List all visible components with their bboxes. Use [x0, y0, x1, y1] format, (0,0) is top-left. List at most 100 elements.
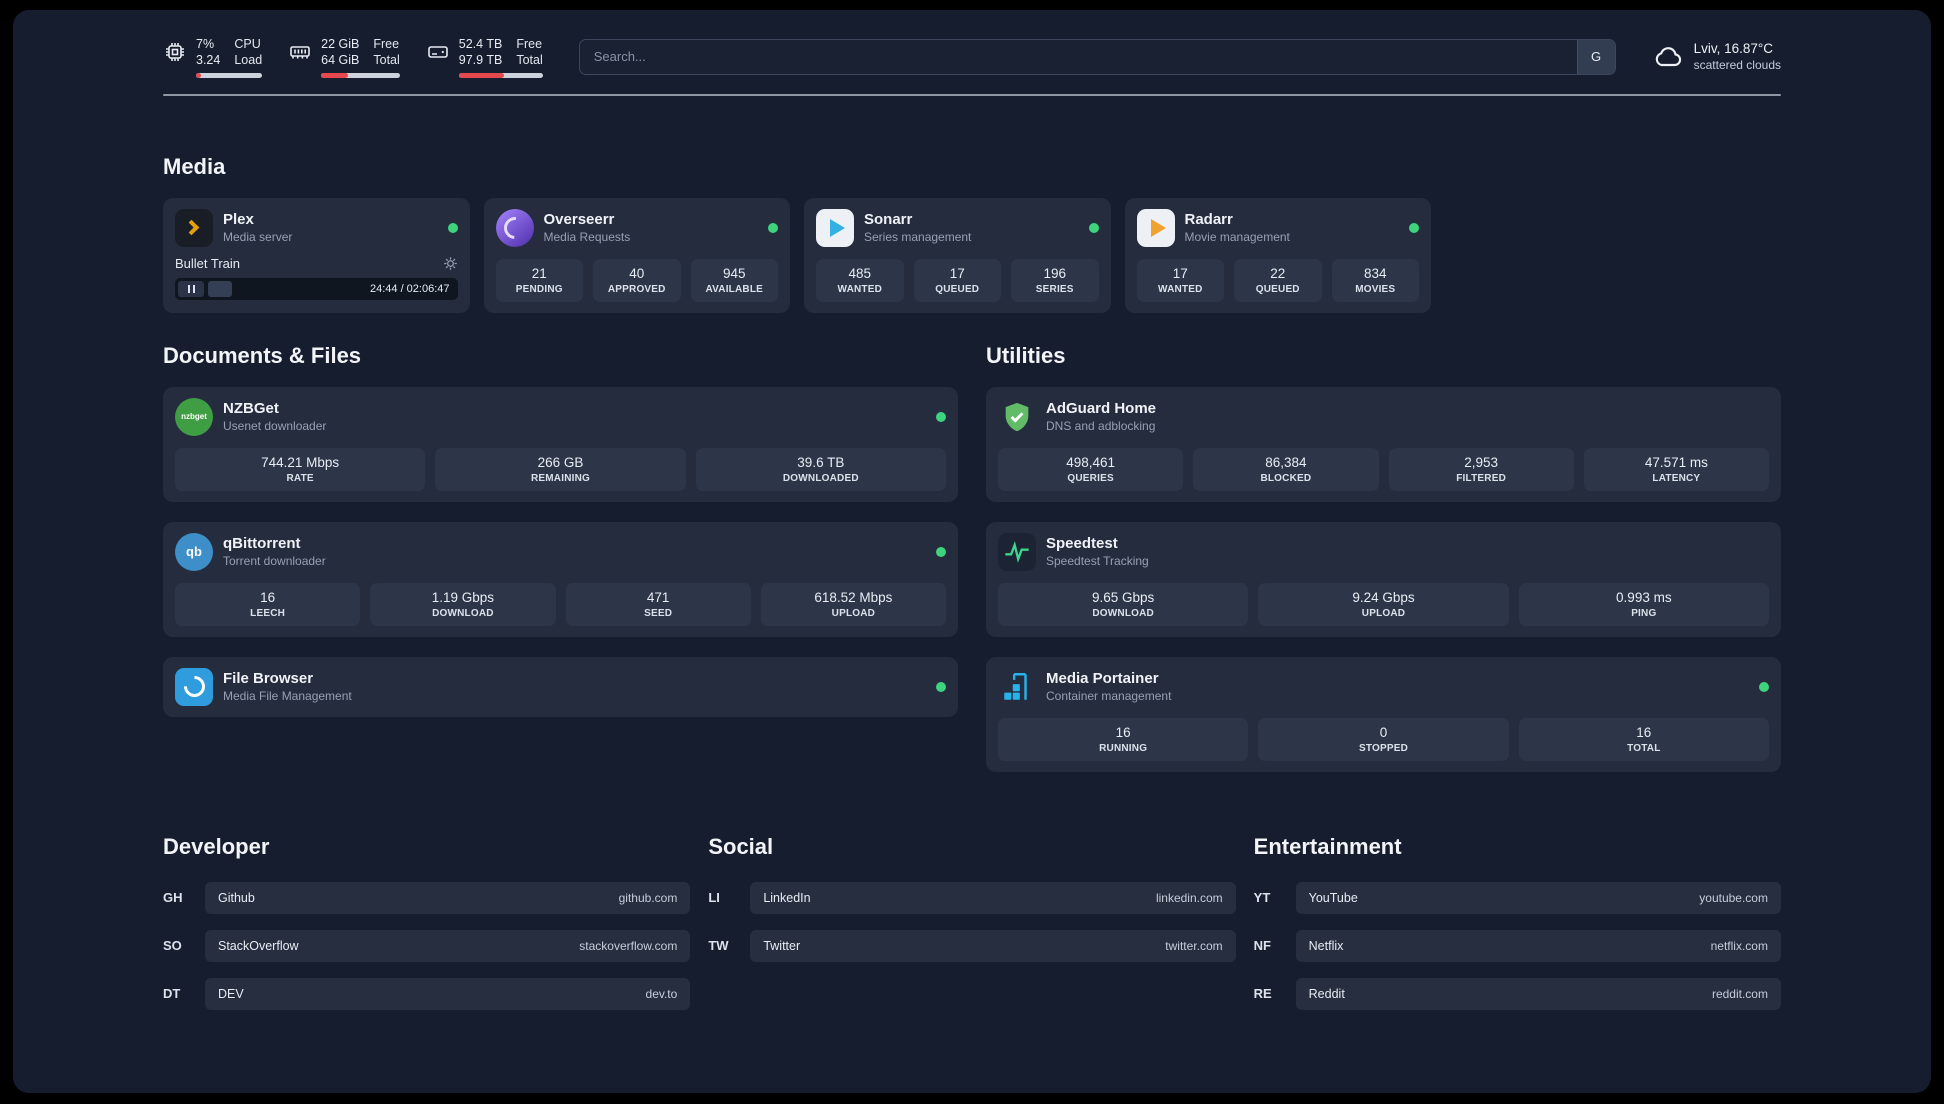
bookmark-netflix[interactable]: NF Netflix netflix.com — [1253, 929, 1781, 962]
card-portainer[interactable]: Media Portainer Container management 16 … — [986, 656, 1781, 772]
ram-label-2: Total — [373, 53, 400, 68]
status-dot — [1088, 222, 1099, 233]
entertainment-column: Entertainment YT YouTube youtube.com NF … — [1254, 834, 1781, 1026]
stat-value: 834 — [1363, 265, 1387, 281]
seek-bar[interactable] — [208, 280, 361, 297]
filebrowser-icon — [175, 667, 213, 706]
disk-progress-fill — [458, 72, 505, 78]
stat-label: QUEUED — [1255, 283, 1300, 295]
search-input[interactable] — [579, 39, 1577, 74]
stat-queries: 498,461 QUERIES — [998, 447, 1184, 491]
card-qbittorrent[interactable]: qb qBittorrent Torrent downloader 16 LEE… — [163, 521, 958, 637]
bookmark-github[interactable]: GH Github github.com — [163, 881, 691, 914]
card-sonarr[interactable]: Sonarr Series management 485 WANTED 17 Q… — [804, 197, 1111, 313]
stat-label: STOPPED — [1358, 742, 1408, 754]
stat-label: PENDING — [515, 283, 563, 295]
status-dot — [936, 411, 946, 422]
card-radarr[interactable]: Radarr Movie management 17 WANTED 22 QUE… — [1124, 197, 1431, 313]
weather-widget[interactable]: Lviv, 16.87°C scattered clouds — [1652, 41, 1781, 73]
stat-wanted: 485 WANTED — [816, 258, 904, 302]
topbar-divider — [163, 93, 1781, 96]
stat-value: 16 — [1115, 724, 1131, 740]
app-title: Plex — [223, 211, 254, 228]
documents-column: Documents & Files nzbget NZBGet Usenet d… — [163, 343, 958, 772]
stat-blocked: 86,384 BLOCKED — [1193, 447, 1379, 491]
bookmark-name: Reddit — [1308, 986, 1345, 1001]
pause-button[interactable] — [178, 280, 204, 297]
card-adguard[interactable]: AdGuard Home DNS and adblocking 498,461 … — [986, 386, 1781, 502]
disk-widget: 52.4 TB 97.9 TB Free Total — [426, 36, 543, 78]
stat-pending: 21 PENDING — [495, 258, 583, 302]
stat-latency: 47.571 ms LATENCY — [1583, 447, 1769, 491]
cpu-percent: 7% — [196, 37, 215, 51]
status-dot — [1409, 222, 1419, 233]
developer-heading: Developer — [163, 833, 270, 859]
card-speedtest[interactable]: Speedtest Speedtest Tracking 9.65 Gbps D… — [986, 521, 1781, 637]
bookmark-abbr: NF — [1253, 938, 1271, 953]
bookmark-url: twitter.com — [1165, 938, 1223, 953]
stat-label: RATE — [286, 472, 314, 484]
bookmark-dev[interactable]: DT DEV dev.to — [163, 977, 691, 1010]
stat-label: MOVIES — [1355, 283, 1396, 295]
app-title: Media Portainer — [1046, 670, 1159, 687]
bookmark-stackoverflow[interactable]: SO StackOverflow stackoverflow.com — [163, 929, 691, 962]
stat-value: 17 — [949, 265, 965, 281]
card-nzbget[interactable]: nzbget NZBGet Usenet downloader 744.21 M… — [163, 386, 958, 502]
social-heading: Social — [708, 833, 774, 859]
seek-progress — [208, 280, 233, 297]
stat-value: 21 — [531, 265, 547, 281]
bookmark-twitter[interactable]: TW Twitter twitter.com — [708, 929, 1236, 962]
stat-value: 86,384 — [1265, 454, 1307, 470]
status-dot — [447, 222, 458, 233]
stat-label: UPLOAD — [831, 607, 876, 619]
ram-label-1: Free — [373, 37, 400, 51]
stat-approved: 40 APPROVED — [593, 258, 681, 302]
portainer-icon — [998, 668, 1036, 706]
app-subtitle: DNS and adblocking — [1046, 419, 1156, 433]
stat-label: AVAILABLE — [705, 283, 764, 295]
bookmark-abbr: LI — [708, 890, 720, 905]
stat-value: 40 — [629, 265, 645, 281]
bookmark-name: StackOverflow — [218, 938, 299, 953]
status-dot — [936, 546, 946, 557]
card-filebrowser[interactable]: File Browser Media File Management — [163, 656, 958, 717]
app-subtitle: Usenet downloader — [223, 419, 327, 433]
card-plex[interactable]: Plex Media server Bullet Train 24:44 / 0… — [163, 197, 470, 313]
bookmark-abbr: RE — [1253, 986, 1272, 1001]
stat-queued: 22 QUEUED — [1234, 258, 1322, 302]
app-subtitle: Media File Management — [223, 689, 352, 703]
bookmark-abbr: TW — [708, 938, 729, 953]
status-dot — [936, 681, 946, 692]
stat-value: 22 — [1270, 265, 1286, 281]
bookmark-url: stackoverflow.com — [579, 938, 678, 953]
bookmark-name: Github — [218, 890, 255, 905]
gear-icon[interactable] — [443, 256, 458, 271]
stat-label: QUERIES — [1067, 472, 1114, 484]
cpu-load-avg: 3.24 — [196, 53, 221, 68]
stat-stopped: 0 STOPPED — [1258, 717, 1509, 761]
bookmark-youtube[interactable]: YT YouTube youtube.com — [1254, 881, 1781, 914]
card-overseerr[interactable]: Overseerr Media Requests 21 PENDING 40 A… — [483, 197, 790, 313]
disk-free: 52.4 TB — [458, 37, 503, 51]
nzbget-icon: nzbget — [175, 397, 213, 436]
stat-label: WANTED — [837, 283, 883, 295]
bookmark-linkedin[interactable]: LI LinkedIn linkedin.com — [708, 881, 1236, 914]
app-title: AdGuard Home — [1046, 400, 1157, 417]
cloud-icon — [1655, 46, 1681, 66]
app-subtitle: Speedtest Tracking — [1046, 554, 1149, 568]
search-engine-button[interactable]: G — [1576, 39, 1615, 74]
app-title: qBittorrent — [223, 535, 301, 552]
disk-label-2: Total — [516, 53, 543, 68]
utilities-column: Utilities AdGuard Home DNS and adblockin… — [986, 343, 1781, 772]
stat-value: 9.65 Gbps — [1092, 589, 1155, 605]
stat-value: 2,953 — [1464, 454, 1499, 470]
stat-leech: 16 LEECH — [175, 582, 361, 626]
stat-remaining: 266 GB REMAINING — [435, 447, 686, 491]
disk-label-1: Free — [516, 37, 543, 51]
ram-progress-fill — [321, 72, 348, 78]
bookmark-reddit[interactable]: RE Reddit reddit.com — [1253, 977, 1781, 1010]
ram-progress-bar — [321, 72, 400, 78]
speedtest-icon — [998, 532, 1036, 571]
weather-condition: scattered clouds — [1693, 58, 1781, 73]
developer-column: Developer GH Github github.com SO StackO… — [163, 833, 691, 1026]
